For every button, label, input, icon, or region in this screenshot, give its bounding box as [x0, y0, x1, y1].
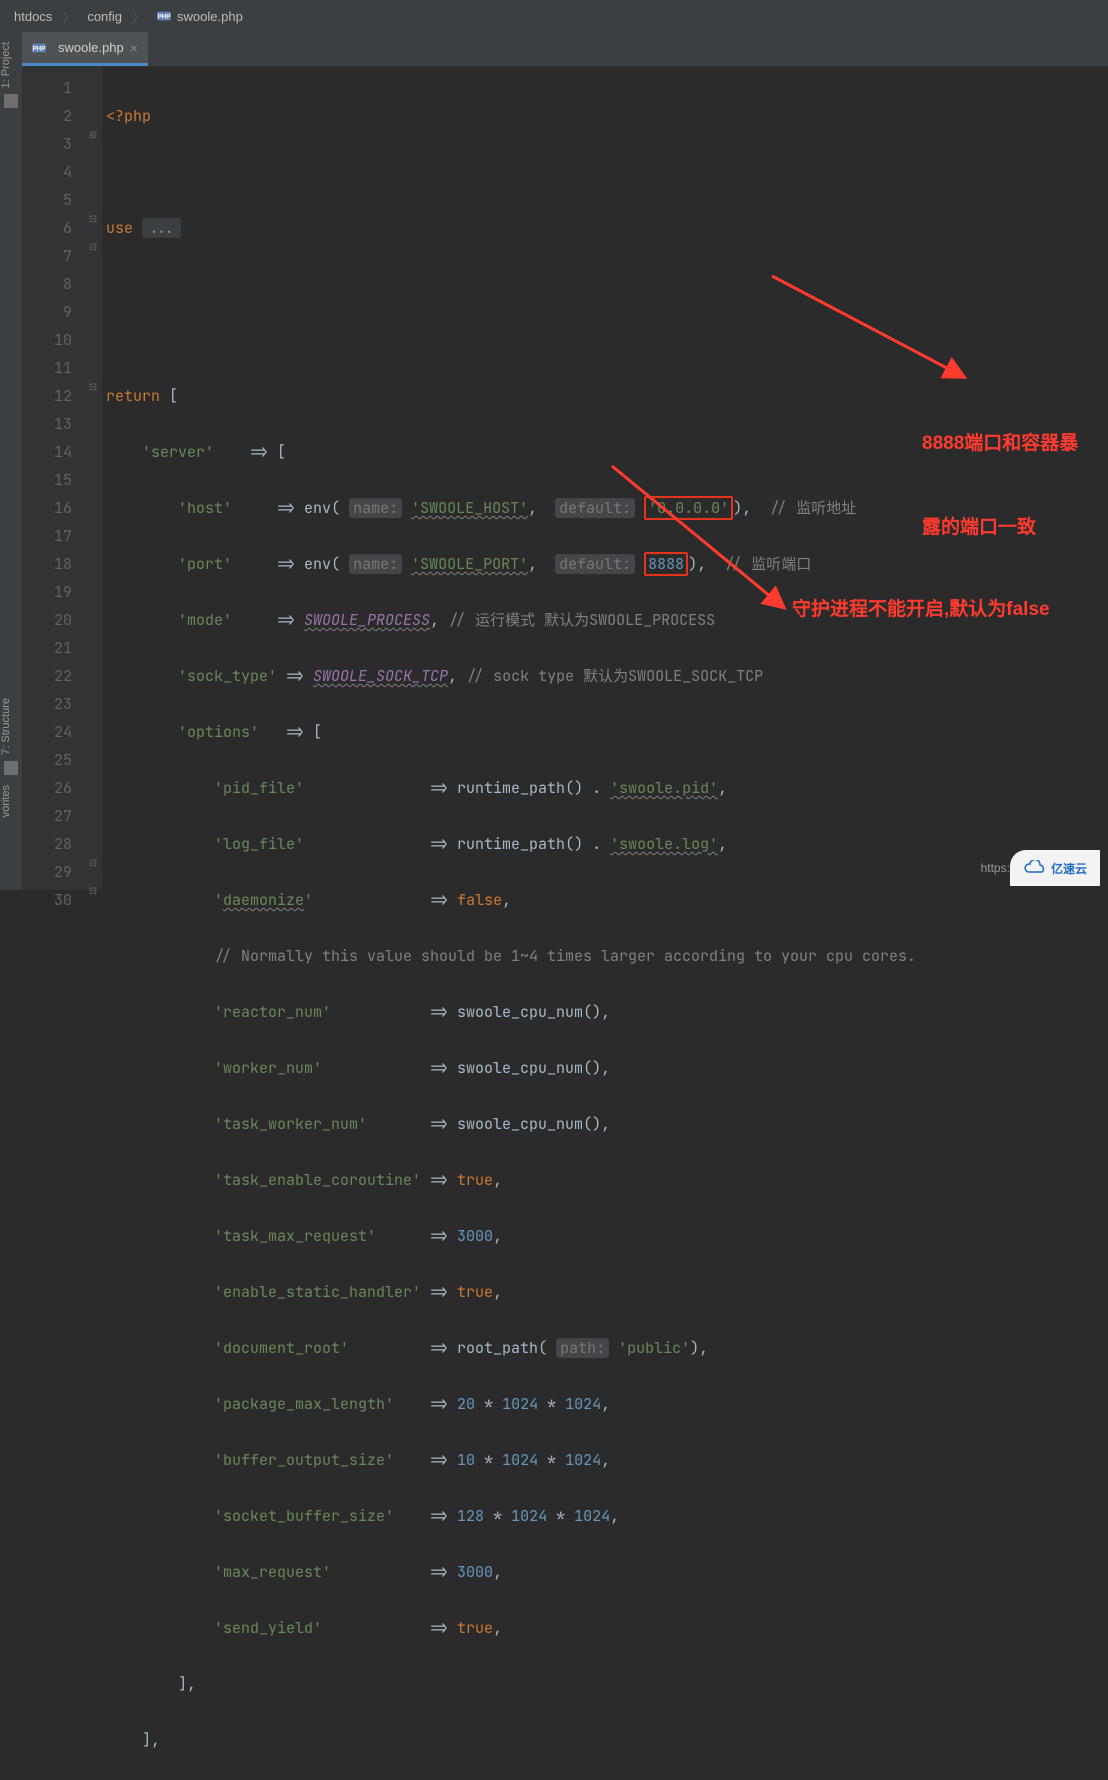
- breadcrumb-item[interactable]: config〉: [81, 7, 151, 26]
- fold-icon[interactable]: ⊞: [86, 130, 100, 140]
- logo-badge: 亿速云: [1010, 850, 1100, 886]
- fold-icon[interactable]: ⊟: [86, 242, 100, 252]
- project-icon: [4, 94, 18, 108]
- tool-window-strip: 1: Project 7: Structure vorites: [0, 32, 23, 890]
- breadcrumb-item[interactable]: htdocs〉: [8, 7, 81, 26]
- structure-tool-button[interactable]: 7: Structure: [0, 698, 22, 755]
- fold-icon[interactable]: ⊟: [86, 858, 100, 868]
- annotation-text: 8888端口和容器暴 露的端口一致: [922, 374, 1078, 598]
- fold-icon[interactable]: ⊟: [86, 886, 100, 896]
- breadcrumb-item[interactable]: PHP swoole.php: [151, 9, 249, 24]
- line-number-gutter: 1234567891011121314151617181920212223242…: [22, 66, 84, 890]
- close-icon[interactable]: ×: [130, 40, 138, 56]
- fold-column: ⊞ ⊟ ⊟ ⊟ ⊟ ⊟: [84, 66, 102, 890]
- svg-text:PHP: PHP: [158, 14, 171, 21]
- breadcrumb: htdocs〉 config〉 PHP swoole.php: [0, 0, 1108, 33]
- code-editor[interactable]: 1234567891011121314151617181920212223242…: [22, 66, 1108, 890]
- annotation-text: 守护进程不能开启,默认为false: [792, 596, 1050, 624]
- cloud-icon: [1023, 860, 1047, 876]
- project-tool-button[interactable]: 1: Project: [0, 42, 22, 88]
- structure-icon: [4, 761, 18, 775]
- fold-icon[interactable]: ⊟: [86, 214, 100, 224]
- folded-region[interactable]: ...: [142, 218, 181, 238]
- editor-tabs: PHP swoole.php ×: [22, 32, 1108, 67]
- fold-icon[interactable]: ⊟: [86, 382, 100, 392]
- php-file-icon: PHP: [157, 9, 171, 23]
- code-area[interactable]: <?php use ... return [ 'server' => [ 'ho…: [102, 66, 1108, 890]
- php-file-icon: PHP: [32, 41, 46, 55]
- favorites-tool-button[interactable]: vorites: [0, 785, 22, 817]
- tab-swoole-php[interactable]: PHP swoole.php ×: [22, 32, 148, 66]
- tab-label: swoole.php: [58, 40, 124, 55]
- svg-text:PHP: PHP: [33, 45, 46, 52]
